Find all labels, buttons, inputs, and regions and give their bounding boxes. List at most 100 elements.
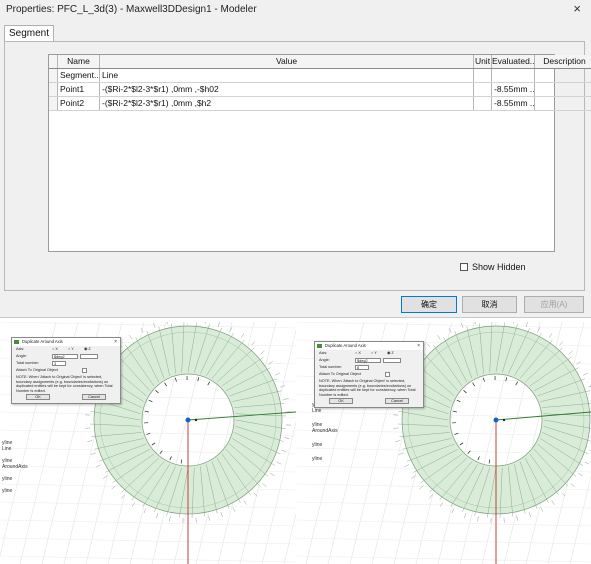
- winding-lead: [559, 341, 563, 346]
- show-hidden-label: Show Hidden: [472, 262, 526, 272]
- column-header-value[interactable]: Value: [100, 55, 474, 68]
- cell-unit[interactable]: [474, 97, 492, 110]
- cell-unit[interactable]: [474, 83, 492, 96]
- duplicate-around-axis-dialog: Duplicate Around Axis × Axis: ○ X ○ Y ◉ Z…: [314, 341, 424, 409]
- popup-note: NOTE: When 'Attach to Original Object' i…: [16, 375, 113, 393]
- column-header-description[interactable]: Description: [535, 55, 591, 68]
- conductor-segment: [488, 459, 491, 464]
- angle-input[interactable]: $deg2: [52, 354, 78, 359]
- axis-x-radio[interactable]: ○ X: [52, 346, 58, 353]
- modeler-view-right[interactable]: yline Line yline AroundAxis yline yline …: [296, 322, 591, 564]
- conductor-segment: [515, 381, 519, 386]
- attach-checkbox[interactable]: [385, 372, 390, 377]
- popup-title: Duplicate Around Axis: [22, 339, 63, 344]
- close-icon[interactable]: ×: [114, 338, 117, 346]
- grid-line: [283, 512, 296, 564]
- popup-cancel-button[interactable]: Cancel: [82, 394, 106, 401]
- conductor-segment: [169, 456, 172, 461]
- conductor-segment: [151, 442, 156, 446]
- cell-description[interactable]: [535, 69, 591, 82]
- point-marker: [502, 418, 506, 422]
- show-hidden-checkbox[interactable]: Show Hidden: [460, 262, 526, 272]
- properties-dialog: Properties: PFC_L_3d(3) - Maxwell3DDesig…: [0, 0, 591, 318]
- total-number-input[interactable]: 3: [52, 361, 66, 366]
- conductor-segment: [463, 390, 467, 394]
- winding-lead: [220, 512, 223, 518]
- axis-y-radio[interactable]: ○ Y: [68, 346, 74, 353]
- winding-lead: [240, 333, 245, 338]
- cell-value[interactable]: -($Ri-2*$l2-3*$r1) ,0mm ,-$h02: [100, 83, 474, 96]
- winding-lead: [464, 513, 467, 519]
- angle-unit-select[interactable]: [80, 354, 98, 359]
- grid-line: [296, 501, 591, 509]
- app-icon: [14, 340, 19, 344]
- point-marker: [194, 418, 198, 422]
- popup-cancel-button[interactable]: Cancel: [385, 398, 409, 405]
- cell-name[interactable]: Point1: [58, 83, 100, 96]
- popup-note: NOTE: When 'Attach to Original Object' i…: [319, 379, 416, 397]
- winding-lead: [129, 335, 133, 340]
- cell-value[interactable]: Line: [100, 69, 474, 82]
- table-row[interactable]: Segment... Line: [49, 69, 591, 83]
- winding-lead: [275, 372, 280, 376]
- popup-ok-button[interactable]: OK: [329, 398, 353, 405]
- model-tree-fragment: yline Line yline AroundAxis yline yline: [312, 402, 338, 462]
- grid-line: [296, 322, 591, 329]
- table-row[interactable]: Point2 -($Ri-2*$l2-3*$r1) ,0mm ,$h2 -8.5…: [49, 97, 591, 111]
- close-icon[interactable]: ×: [573, 1, 581, 16]
- winding-lead: [270, 472, 275, 477]
- conductor-segment: [477, 456, 480, 461]
- axis-z-radio[interactable]: ◉ Z: [387, 350, 394, 357]
- cell-name[interactable]: Segment...: [58, 69, 100, 82]
- row-header-corner: [49, 55, 58, 68]
- table-row[interactable]: Point1 -($Ri-2*$l2-3*$r1) ,0mm ,-$h02 -8…: [49, 83, 591, 97]
- apply-button[interactable]: 应用(A): [524, 296, 584, 313]
- winding-lead: [583, 372, 588, 376]
- winding-lead: [426, 343, 431, 348]
- winding-lead: [217, 322, 220, 327]
- cell-description[interactable]: [535, 97, 591, 110]
- winding-lead: [166, 322, 168, 325]
- winding-lead: [281, 449, 287, 452]
- ok-button[interactable]: 确定: [401, 296, 457, 313]
- winding-lead: [143, 508, 147, 514]
- angle-input[interactable]: $deg2: [355, 358, 381, 363]
- axis-z-radio[interactable]: ◉ Z: [84, 346, 91, 353]
- winding-lead: [525, 322, 528, 327]
- cell-description[interactable]: [535, 83, 591, 96]
- winding-lead: [283, 398, 289, 400]
- popup-title: Duplicate Around Axis: [325, 343, 366, 348]
- attach-checkbox[interactable]: [82, 368, 87, 373]
- properties-table: Name Value Unit Evaluated... Description…: [48, 54, 591, 252]
- winding-lead: [251, 341, 255, 346]
- column-header-unit[interactable]: Unit: [474, 55, 492, 68]
- conductor-segment: [144, 410, 149, 413]
- winding-lead: [156, 513, 159, 519]
- winding-lead: [87, 440, 93, 442]
- column-header-name[interactable]: Name: [58, 55, 100, 68]
- conductor-segment: [207, 381, 211, 386]
- conductor-segment: [164, 382, 168, 387]
- cell-evaluated: -8.55mm ...: [494, 83, 535, 96]
- cell-name[interactable]: Point2: [58, 97, 100, 110]
- conductor-segment: [148, 399, 153, 403]
- modeler-view-left[interactable]: yline Line yline AroundAxis yline yline …: [0, 322, 296, 564]
- winding-lead: [243, 500, 247, 505]
- popup-ok-button[interactable]: OK: [26, 394, 50, 401]
- total-number-input[interactable]: 8: [355, 365, 369, 370]
- column-header-evaluated[interactable]: Evaluated...: [492, 55, 535, 68]
- tab-segment[interactable]: Segment: [4, 25, 55, 42]
- close-icon[interactable]: ×: [417, 342, 420, 350]
- winding-lead: [262, 483, 267, 487]
- cancel-button[interactable]: 取消: [462, 296, 517, 313]
- z-axis-marker: [493, 417, 499, 423]
- angle-unit-select[interactable]: [383, 358, 401, 363]
- cell-value[interactable]: -($Ri-2*$l2-3*$r1) ,0mm ,$h2: [100, 97, 474, 110]
- axis-y-radio[interactable]: ○ Y: [371, 350, 377, 357]
- axis-x-radio[interactable]: ○ X: [355, 350, 361, 357]
- cell-unit[interactable]: [474, 69, 492, 82]
- winding-lead: [284, 437, 290, 439]
- conductor-segment: [472, 382, 476, 387]
- winding-lead: [474, 322, 476, 325]
- conductor-segment: [452, 410, 457, 413]
